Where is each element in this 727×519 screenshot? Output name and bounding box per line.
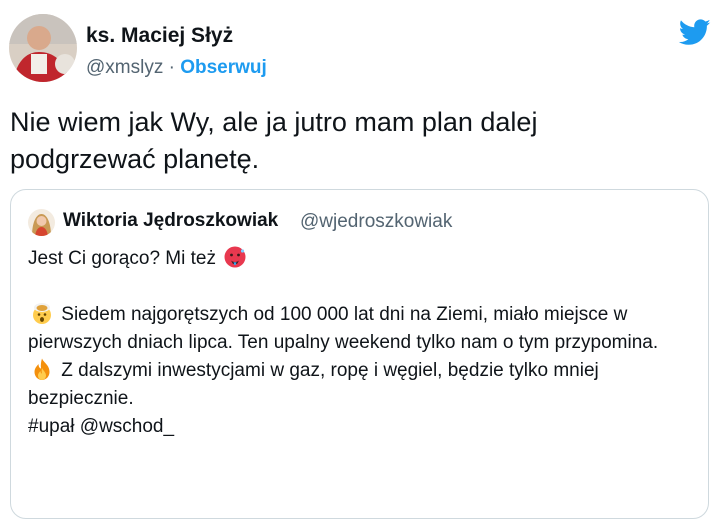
quoted-author-avatar[interactable] [28, 209, 55, 236]
quote-paragraph-2: Z dalszymi inwestycjami w gaz, ropę i wę… [28, 357, 698, 413]
mention-link[interactable]: @wschod_ [80, 416, 174, 437]
twitter-bird-icon[interactable] [677, 16, 713, 48]
author-handle[interactable]: @xmslyz [86, 57, 163, 78]
quote-paragraph-1-text: Siedem najgorętszych od 100 000 lat dni … [28, 304, 659, 353]
author-avatar[interactable] [9, 14, 77, 82]
meta-separator: · [168, 57, 175, 78]
tweet-text: Nie wiem jak Wy, ale ja jutro mam plan d… [10, 107, 538, 174]
quote-line-text: Jest Ci gorąco? Mi też [28, 248, 216, 269]
hashtag-link[interactable]: #upał [28, 416, 75, 437]
author-name[interactable]: ks. Maciej Słyż [86, 24, 233, 48]
quote-paragraph-2-text: Z dalszymi inwestycjami w gaz, ropę i wę… [28, 360, 599, 409]
quoted-tweet-text: Jest Ci gorąco? Mi też Siedem najgorętsz… [28, 245, 698, 441]
exploding-head-emoji [30, 301, 54, 325]
follow-button[interactable]: Obserwuj [180, 57, 267, 78]
quoted-author-name[interactable]: Wiktoria Jędroszkowiak [63, 210, 278, 232]
hot-face-emoji [223, 245, 247, 269]
quote-line: Jest Ci gorąco? Mi też [28, 245, 698, 273]
quote-paragraph-1: Siedem najgorętszych od 100 000 lat dni … [28, 301, 698, 357]
quote-tags: #upał @wschod_ [28, 413, 698, 441]
quoted-author-handle[interactable]: @wjedroszkowiak [300, 211, 452, 233]
fire-emoji [30, 357, 54, 381]
quoted-tweet-card[interactable]: Wiktoria Jędroszkowiak @wjedroszkowiak J… [10, 189, 709, 519]
author-meta: @xmslyz · Obserwuj [86, 57, 267, 79]
